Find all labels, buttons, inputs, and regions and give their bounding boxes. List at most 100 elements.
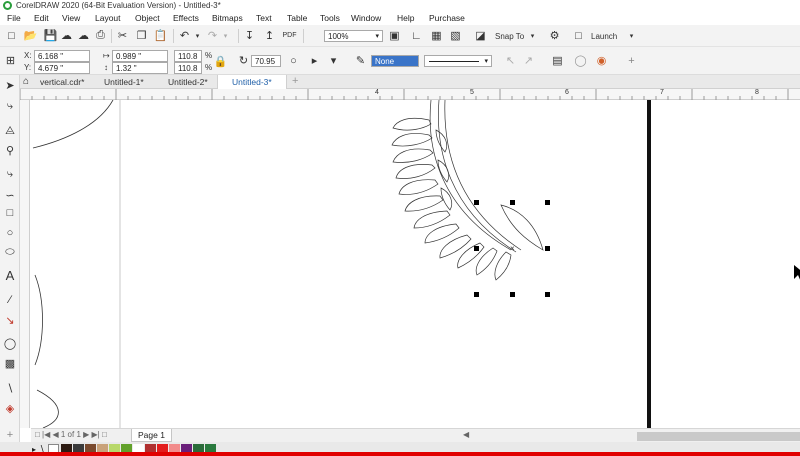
rotation-center-icon[interactable]: ○: [287, 54, 300, 67]
mirror-horizontal-icon[interactable]: ▸: [308, 54, 321, 67]
mirror-vertical-icon[interactable]: ▾: [327, 54, 340, 67]
scale-x-value: 110.8: [178, 52, 198, 61]
page-1-tab[interactable]: Page 1: [131, 429, 172, 442]
drop-shadow-icon[interactable]: ◯: [3, 336, 17, 350]
lock-ratio-icon[interactable]: 🔒: [214, 55, 228, 68]
width-field[interactable]: 0.989 ": [112, 50, 168, 62]
new-document-icon[interactable]: □: [5, 29, 18, 42]
text-tool-icon[interactable]: A: [3, 268, 17, 283]
undo-dropdown-icon[interactable]: ▾: [191, 29, 204, 42]
outline-width-field[interactable]: None: [371, 55, 419, 67]
undo-icon[interactable]: ↶: [178, 29, 191, 42]
menu-object[interactable]: Object: [135, 13, 160, 23]
new-tab-icon[interactable]: +: [292, 75, 298, 87]
menu-window[interactable]: Window: [351, 13, 381, 23]
tab-untitled-2[interactable]: Untitled-2*: [154, 75, 218, 89]
to-front-icon[interactable]: ◯: [574, 54, 587, 67]
cut-icon[interactable]: ✂: [116, 29, 129, 42]
outline-pen-icon[interactable]: ✎: [354, 54, 367, 67]
curve-shape[interactable]: [32, 100, 114, 149]
line-style-field[interactable]: ▾: [424, 55, 492, 67]
scale-x-field[interactable]: 110.8: [174, 50, 202, 62]
export-icon[interactable]: ↥: [263, 29, 276, 42]
curve-shape[interactable]: [34, 274, 43, 366]
launch-dropdown-icon[interactable]: ▾: [625, 29, 638, 42]
open-folder-icon[interactable]: 📂: [24, 29, 38, 42]
eyedropper-tool-icon[interactable]: ∖: [3, 381, 17, 395]
page-nav-controls[interactable]: □ |◀ ◀ 1 of 1 ▶ ▶| □: [35, 430, 107, 439]
parallel-dimension-icon[interactable]: ∕: [3, 293, 17, 307]
y-position-field[interactable]: 4.679 ": [34, 62, 90, 74]
save-icon[interactable]: 💾: [44, 29, 58, 42]
menu-bitmaps[interactable]: Bitmaps: [212, 13, 243, 23]
start-arrow-icon[interactable]: ↖: [504, 54, 517, 67]
interactive-fill-icon[interactable]: ◈: [3, 401, 17, 415]
drawing-canvas[interactable]: ×: [31, 100, 800, 428]
quick-customize-icon[interactable]: +: [3, 428, 17, 442]
redo-icon[interactable]: ↷: [206, 29, 219, 42]
tab-untitled-1[interactable]: Untitled-1*: [90, 75, 154, 89]
menu-text[interactable]: Text: [256, 13, 272, 23]
scroll-left-icon[interactable]: ◀: [463, 430, 469, 439]
coreldraw-logo-icon: [3, 1, 12, 10]
snap-icon[interactable]: ◪: [474, 29, 487, 42]
rectangle-tool-icon[interactable]: □: [3, 206, 17, 220]
connector-tool-icon[interactable]: ↘: [3, 313, 17, 327]
menu-tools[interactable]: Tools: [320, 13, 340, 23]
menu-table[interactable]: Table: [287, 13, 307, 23]
menu-purchase[interactable]: Purchase: [429, 13, 465, 23]
height-field[interactable]: 1.32 ": [112, 62, 168, 74]
pick-tool-icon[interactable]: ➤: [3, 78, 17, 92]
tab-untitled-3[interactable]: Untitled-3*: [217, 75, 287, 89]
show-rulers-icon[interactable]: ∟: [410, 29, 423, 42]
horizontal-ruler[interactable]: 4 5 6 7 8: [20, 89, 800, 100]
show-guidelines-icon[interactable]: ▧: [449, 29, 462, 42]
menu-edit[interactable]: Edit: [34, 13, 49, 23]
menu-effects[interactable]: Effects: [173, 13, 199, 23]
export-pdf-icon[interactable]: PDF: [283, 29, 297, 42]
line-style-dropdown-icon[interactable]: ▾: [484, 56, 488, 67]
text-wrap-icon[interactable]: ▤: [551, 54, 564, 67]
menu-layout[interactable]: Layout: [95, 13, 121, 23]
object-origin-icon[interactable]: ⊞: [4, 54, 17, 67]
snap-to-dropdown-icon[interactable]: ▾: [526, 29, 539, 42]
rotation-field[interactable]: 70.95: [251, 55, 281, 67]
snap-to-dropdown[interactable]: Snap To: [495, 32, 524, 41]
redo-dropdown-icon[interactable]: ▾: [219, 29, 232, 42]
x-position-field[interactable]: 6.168 ": [34, 50, 90, 62]
print-icon[interactable]: ⎙: [94, 29, 107, 42]
scale-y-value: 110.8: [178, 64, 198, 73]
launch-dropdown[interactable]: Launch: [591, 32, 617, 41]
options-gear-icon[interactable]: ⚙: [548, 29, 561, 42]
import-icon[interactable]: ↧: [243, 29, 256, 42]
polygon-tool-icon[interactable]: ⬭: [3, 245, 17, 259]
menu-view[interactable]: View: [62, 13, 80, 23]
transparency-tool-icon[interactable]: ▩: [3, 356, 17, 370]
scale-y-field[interactable]: 110.8: [174, 62, 202, 74]
copy-icon[interactable]: ❐: [135, 29, 148, 42]
menu-file[interactable]: File: [7, 13, 21, 23]
cloud-download-icon[interactable]: ☁: [77, 29, 90, 42]
ellipse-tool-icon[interactable]: ○: [3, 226, 17, 240]
zoom-dropdown-icon[interactable]: ▾: [375, 31, 379, 42]
vertical-bar-shape[interactable]: [647, 100, 651, 428]
crop-tool-icon[interactable]: ⨺: [3, 124, 17, 138]
end-arrow-icon[interactable]: ↗: [522, 54, 535, 67]
freehand-tool-icon[interactable]: ⤷: [3, 167, 17, 181]
show-grid-icon[interactable]: ▦: [430, 29, 443, 42]
vertical-ruler[interactable]: [20, 100, 30, 428]
menu-help[interactable]: Help: [397, 13, 414, 23]
horizontal-scrollbar[interactable]: [637, 432, 800, 441]
add-preset-icon[interactable]: +: [625, 54, 638, 67]
zoom-tool-icon[interactable]: ⚲: [3, 143, 17, 157]
paste-icon[interactable]: 📋: [154, 29, 168, 42]
artistic-media-icon[interactable]: ∽: [3, 188, 17, 202]
zoom-level-field[interactable]: 100% ▾: [324, 30, 383, 42]
cloud-upload-icon[interactable]: ☁: [60, 29, 73, 42]
leaf-vine-group[interactable]: [391, 100, 544, 281]
to-back-icon[interactable]: ◉: [595, 54, 608, 67]
curve-shape[interactable]: [36, 389, 59, 428]
full-screen-icon[interactable]: ▣: [388, 29, 401, 42]
shape-tool-icon[interactable]: ⤷: [3, 99, 17, 113]
launch-app-icon[interactable]: □: [572, 29, 585, 42]
